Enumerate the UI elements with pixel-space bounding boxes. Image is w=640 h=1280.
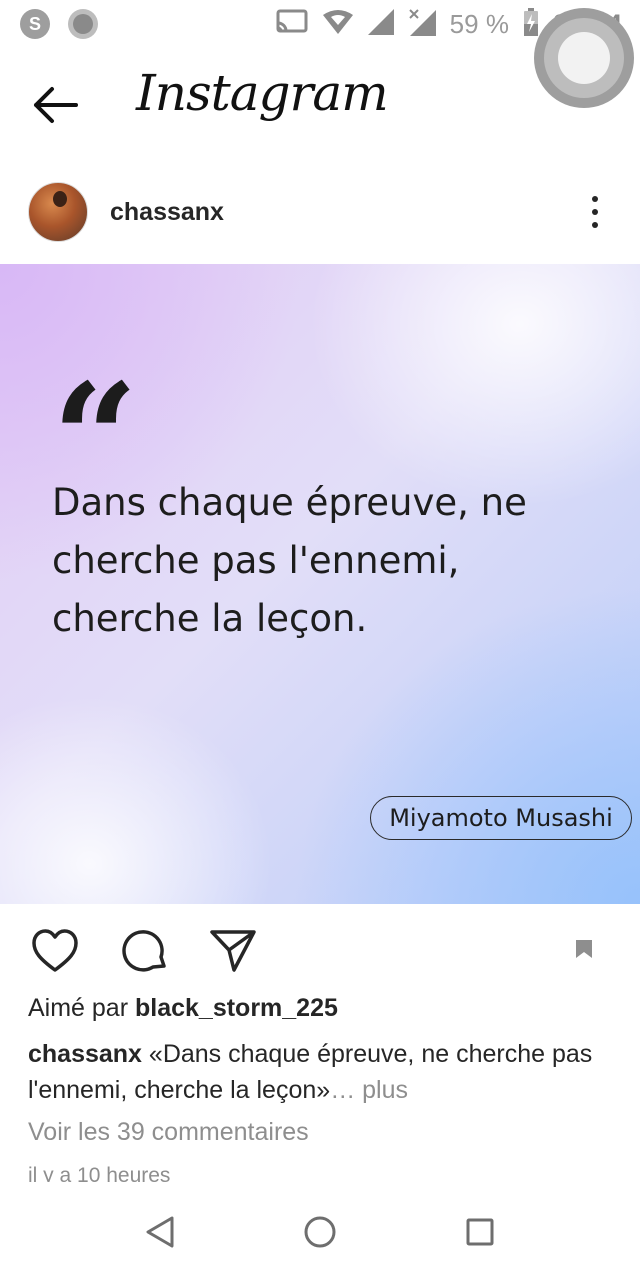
- caption-more-link[interactable]: … plus: [330, 1076, 408, 1104]
- post-actions: [0, 904, 640, 994]
- likes-line: Aimé par black_storm_225: [28, 994, 338, 1023]
- post-image[interactable]: “ Dans chaque épreuve, ne cherche pas l'…: [0, 264, 640, 904]
- avatar[interactable]: [28, 182, 88, 242]
- post-header: chassanx: [0, 160, 640, 264]
- bookmark-icon: [576, 940, 592, 958]
- quote-author: Miyamoto Musashi: [370, 796, 632, 840]
- nav-home-button[interactable]: [300, 1212, 340, 1252]
- more-dot-icon: [592, 209, 598, 215]
- notification-dot-icon: [68, 9, 98, 39]
- status-bar-left: S: [20, 9, 98, 39]
- likes-user[interactable]: black_storm_225: [135, 994, 338, 1022]
- cast-icon: [276, 9, 308, 40]
- view-comments-link[interactable]: Voir les 39 commentaires: [28, 1118, 309, 1147]
- quote-mark-icon: “: [52, 351, 139, 527]
- post-username[interactable]: chassanx: [110, 198, 224, 227]
- comment-button[interactable]: [120, 926, 170, 976]
- caption-username[interactable]: chassanx: [28, 1040, 142, 1068]
- battery-percent: 59 %: [449, 9, 509, 39]
- comment-icon: [122, 930, 166, 972]
- more-dot-icon: [592, 196, 598, 202]
- like-button[interactable]: [30, 926, 80, 976]
- nav-recent-button[interactable]: [460, 1212, 500, 1252]
- navigation-bar: [0, 1184, 640, 1280]
- signal-icon: [367, 9, 394, 40]
- app-logo: Instagram: [136, 64, 389, 122]
- nav-home-icon: [304, 1216, 336, 1248]
- battery-charging-icon: [523, 8, 539, 41]
- signal-x-icon: [408, 8, 436, 41]
- save-button[interactable]: [570, 934, 598, 964]
- quote-text: Dans chaque épreuve, ne cherche pas l'en…: [52, 481, 527, 640]
- send-icon: [210, 930, 256, 972]
- more-options-button[interactable]: [580, 190, 610, 234]
- post-time: il y a 10 heures: [28, 1164, 171, 1182]
- caption: chassanx «Dans chaque épreuve, ne cherch…: [28, 1036, 618, 1108]
- app-header: Instagram: [0, 50, 640, 160]
- back-button[interactable]: [28, 80, 84, 130]
- share-button[interactable]: [208, 926, 258, 976]
- heart-icon: [32, 929, 78, 972]
- arrow-left-icon: [34, 87, 78, 123]
- nav-recent-icon: [466, 1218, 494, 1246]
- s-app-badge: S: [28, 13, 41, 34]
- likes-prefix: Aimé par: [28, 994, 135, 1022]
- more-dot-icon: [592, 222, 598, 228]
- nav-back-button[interactable]: [140, 1212, 180, 1252]
- nav-back-icon: [146, 1216, 174, 1248]
- s-app-icon: S: [20, 9, 50, 39]
- wifi-icon: [322, 9, 354, 40]
